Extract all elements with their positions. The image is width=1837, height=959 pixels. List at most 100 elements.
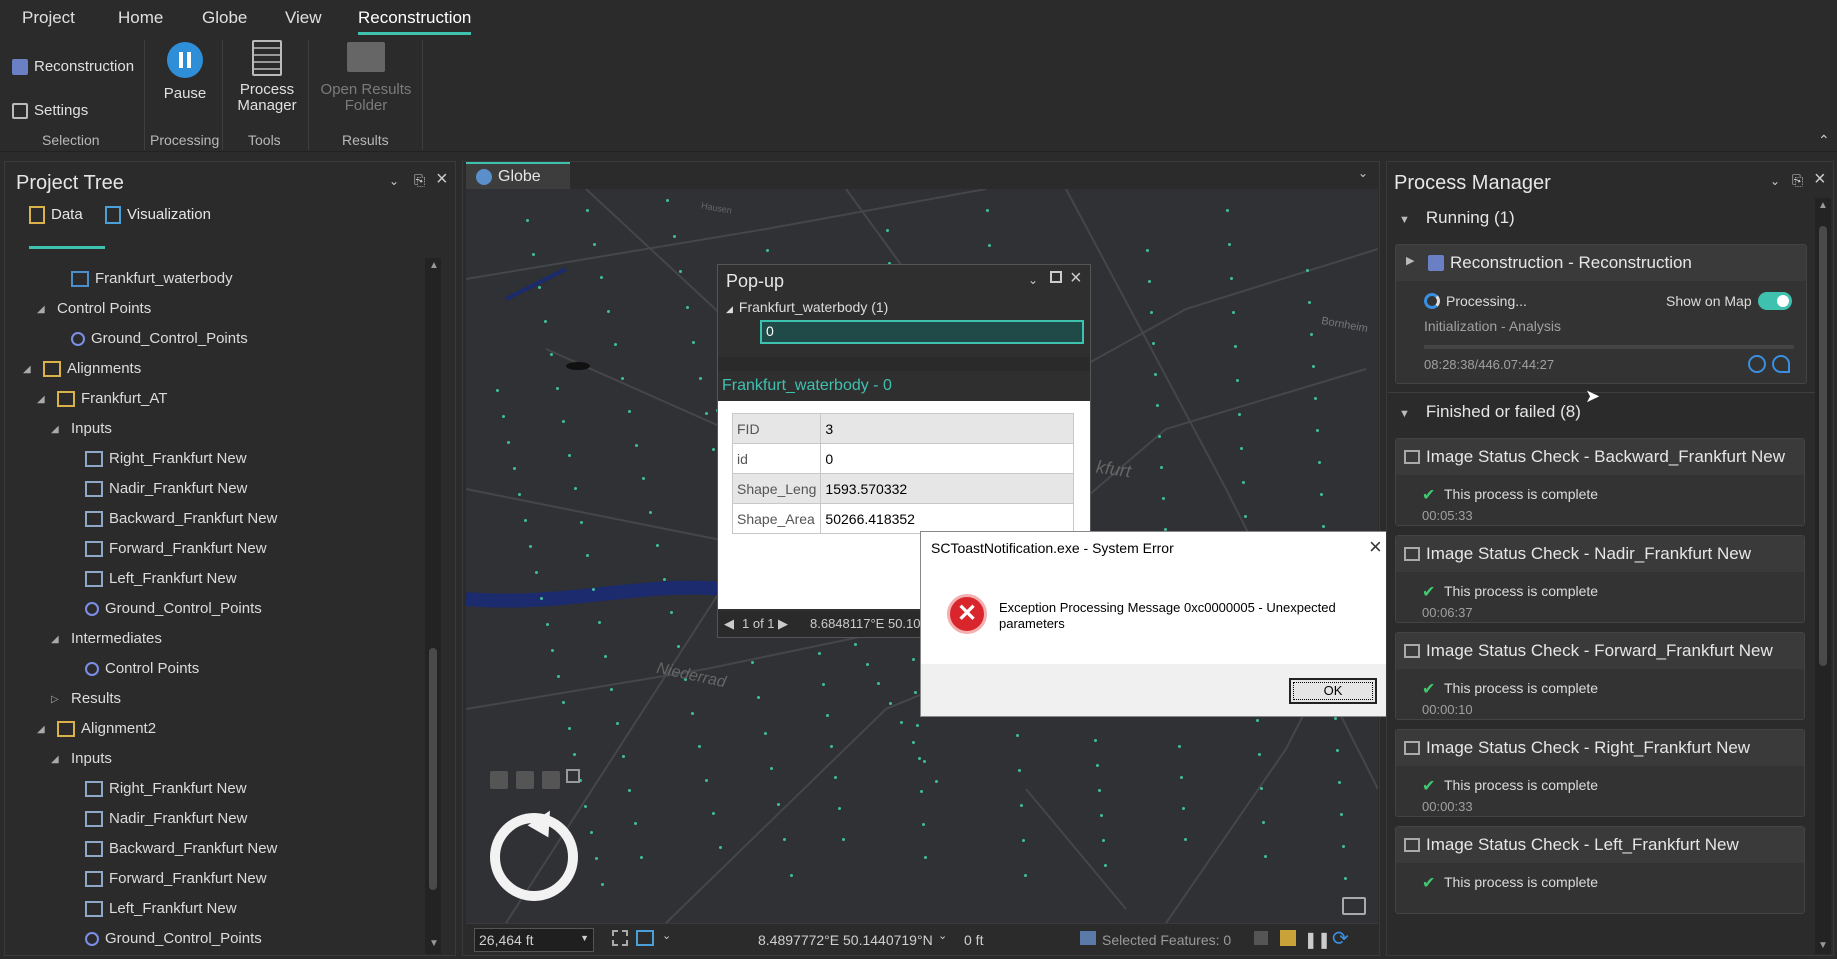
pause-process-icon[interactable]	[1748, 355, 1766, 373]
menu-reconstruction[interactable]: Reconstruction	[358, 8, 472, 35]
settings-button[interactable]: Settings	[12, 102, 88, 120]
pin-icon[interactable]: ⎘	[1792, 172, 1803, 189]
collapse-arrow-icon[interactable]: ◢	[51, 424, 61, 435]
tree-item[interactable]: Backward_Frankfurt New	[65, 510, 277, 540]
expand-arrow-icon[interactable]: ▶	[1406, 254, 1414, 267]
process-scrollbar[interactable]: ▲ ▼	[1815, 198, 1831, 954]
next-icon[interactable]: ▶	[778, 616, 788, 632]
tree-item[interactable]: Control Points	[65, 660, 199, 690]
attribute-row: Shape_Leng 1593.570332	[731, 473, 1074, 504]
tab-globe[interactable]: Globe	[466, 162, 570, 190]
collapse-arrow-icon[interactable]: ◢	[37, 394, 47, 405]
tree-item[interactable]: Ground_Control_Points	[65, 600, 262, 630]
toggle-nav-icon[interactable]	[566, 769, 580, 783]
pin-icon[interactable]: ⎘	[414, 172, 425, 189]
tree-item[interactable]: ◢ Alignments	[23, 360, 141, 390]
menu-globe[interactable]: Globe	[202, 8, 247, 28]
close-icon[interactable]: ×	[1814, 168, 1826, 191]
error-dialog: SCToastNotification.exe - System Error ×…	[920, 531, 1400, 717]
tree-item[interactable]: Ground_Control_Points	[65, 930, 262, 954]
prev-icon[interactable]: ◀	[724, 616, 734, 632]
tree-item[interactable]: Left_Frankfurt New	[65, 900, 237, 930]
tree-item[interactable]: Right_Frankfurt New	[65, 780, 247, 810]
tree-scrollbar[interactable]: ▲ ▼	[425, 258, 441, 954]
tree-item[interactable]: Frankfurt_waterbody	[51, 270, 233, 300]
panel-menu-icon[interactable]: ⌄	[389, 174, 399, 188]
zoom-to-process-icon[interactable]	[1772, 355, 1790, 373]
pause-button[interactable]: Pause	[150, 42, 220, 102]
nav-up-icon[interactable]	[490, 771, 508, 789]
popup-feature-item[interactable]: 0	[760, 320, 1084, 344]
menu-project[interactable]: Project	[22, 8, 75, 28]
collapse-arrow-icon[interactable]: ◢	[37, 724, 47, 735]
tree-item-label: Ground_Control_Points	[105, 600, 262, 617]
map-point	[640, 855, 643, 859]
tree-item[interactable]: ◢ Inputs	[51, 750, 112, 780]
ribbon-separator	[308, 40, 309, 150]
dialog-close-icon[interactable]: ×	[1369, 534, 1382, 560]
tree-item[interactable]: Nadir_Frankfurt New	[65, 810, 247, 840]
tab-data[interactable]: Data	[29, 206, 83, 236]
collapse-arrow-icon[interactable]: ◢	[37, 304, 47, 315]
select-tool-icon[interactable]	[612, 930, 628, 946]
images-icon	[85, 511, 103, 528]
refresh-labels-icon[interactable]	[1280, 930, 1296, 946]
open-results-folder-button[interactable]: Open Results Folder	[316, 42, 416, 114]
map-point	[1322, 525, 1325, 528]
map-point	[1182, 807, 1185, 810]
collapse-arrow-icon[interactable]: ◢	[51, 634, 61, 645]
collapse-ribbon-icon[interactable]: ⌃	[1818, 132, 1830, 149]
snapping-icon[interactable]	[636, 930, 654, 946]
tree-item[interactable]: ◢ Intermediates	[51, 630, 162, 660]
popup-menu-icon[interactable]: ⌄	[1028, 273, 1038, 287]
full-extent-icon[interactable]	[516, 771, 534, 789]
map-point	[550, 353, 553, 356]
tree-item[interactable]: Ground_Control_Points	[51, 330, 248, 360]
globe-menu-icon[interactable]: ⌄	[1358, 166, 1368, 180]
ok-button[interactable]: OK	[1289, 678, 1377, 704]
show-on-map-toggle[interactable]	[1758, 292, 1792, 310]
tree-item[interactable]: ◢ Control Points	[37, 300, 151, 330]
popup-layer-node[interactable]: ◢ Frankfurt_waterbody (1)	[726, 299, 888, 315]
tab-visualization[interactable]: Visualization	[105, 206, 211, 236]
panel-menu-icon[interactable]: ⌄	[1770, 174, 1780, 188]
pause-drawing-icon[interactable]: ❚❚	[1304, 930, 1331, 950]
map-point	[529, 545, 532, 548]
collapse-arrow-icon[interactable]: ◢	[51, 754, 61, 765]
tree-item[interactable]: Backward_Frankfurt New	[65, 840, 277, 870]
popup-close-icon[interactable]: ×	[1070, 267, 1082, 290]
tree-item-label: Ground_Control_Points	[105, 930, 262, 947]
running-section-header[interactable]: ▼ Running (1)	[1399, 208, 1515, 228]
map-point	[622, 755, 625, 758]
menu-view[interactable]: View	[285, 8, 322, 28]
reconstruction-button[interactable]: Reconstruction	[12, 58, 134, 76]
tree-item[interactable]: Forward_Frankfurt New	[65, 540, 267, 570]
tree-item[interactable]: Left_Frankfurt New	[65, 570, 237, 600]
walk-icon[interactable]	[542, 771, 560, 789]
tree-item[interactable]: ▷ Results	[51, 690, 121, 720]
maximize-icon[interactable]	[1050, 271, 1062, 283]
menu-home[interactable]: Home	[118, 8, 163, 28]
tree-item[interactable]: ◢ Inputs	[51, 420, 112, 450]
process-manager-button[interactable]: Process Manager	[228, 40, 306, 114]
process-scroll-thumb[interactable]	[1819, 226, 1827, 666]
tree-scroll-thumb[interactable]	[429, 648, 437, 890]
clear-selection-icon[interactable]	[1254, 931, 1268, 945]
tree-item[interactable]: Right_Frankfurt New	[65, 450, 247, 480]
tree-item[interactable]: Forward_Frankfurt New	[65, 870, 267, 900]
tree-item[interactable]: ◢ Alignment2	[37, 720, 156, 750]
collapse-arrow-icon[interactable]: ◢	[23, 364, 33, 375]
tree-item-label: Forward_Frankfurt New	[109, 870, 267, 887]
table-icon[interactable]	[1342, 897, 1366, 915]
scale-select[interactable]: 26,464 ft ▼	[474, 928, 594, 952]
refresh-icon[interactable]: ⟳	[1332, 926, 1349, 951]
chevron-down-icon[interactable]: ⌄	[662, 929, 671, 942]
attribute-value: 50266.418352	[820, 503, 1074, 534]
tree-item[interactable]: Nadir_Frankfurt New	[65, 480, 247, 510]
finished-section-header[interactable]: ▼ Finished or failed (8)	[1399, 402, 1581, 422]
expand-arrow-icon[interactable]: ▷	[51, 694, 61, 705]
close-icon[interactable]: ×	[436, 168, 448, 191]
coord-format-chevron-icon[interactable]: ⌄	[938, 929, 947, 942]
tree-item[interactable]: ◢ Frankfurt_AT	[37, 390, 167, 420]
map-point	[556, 675, 560, 678]
